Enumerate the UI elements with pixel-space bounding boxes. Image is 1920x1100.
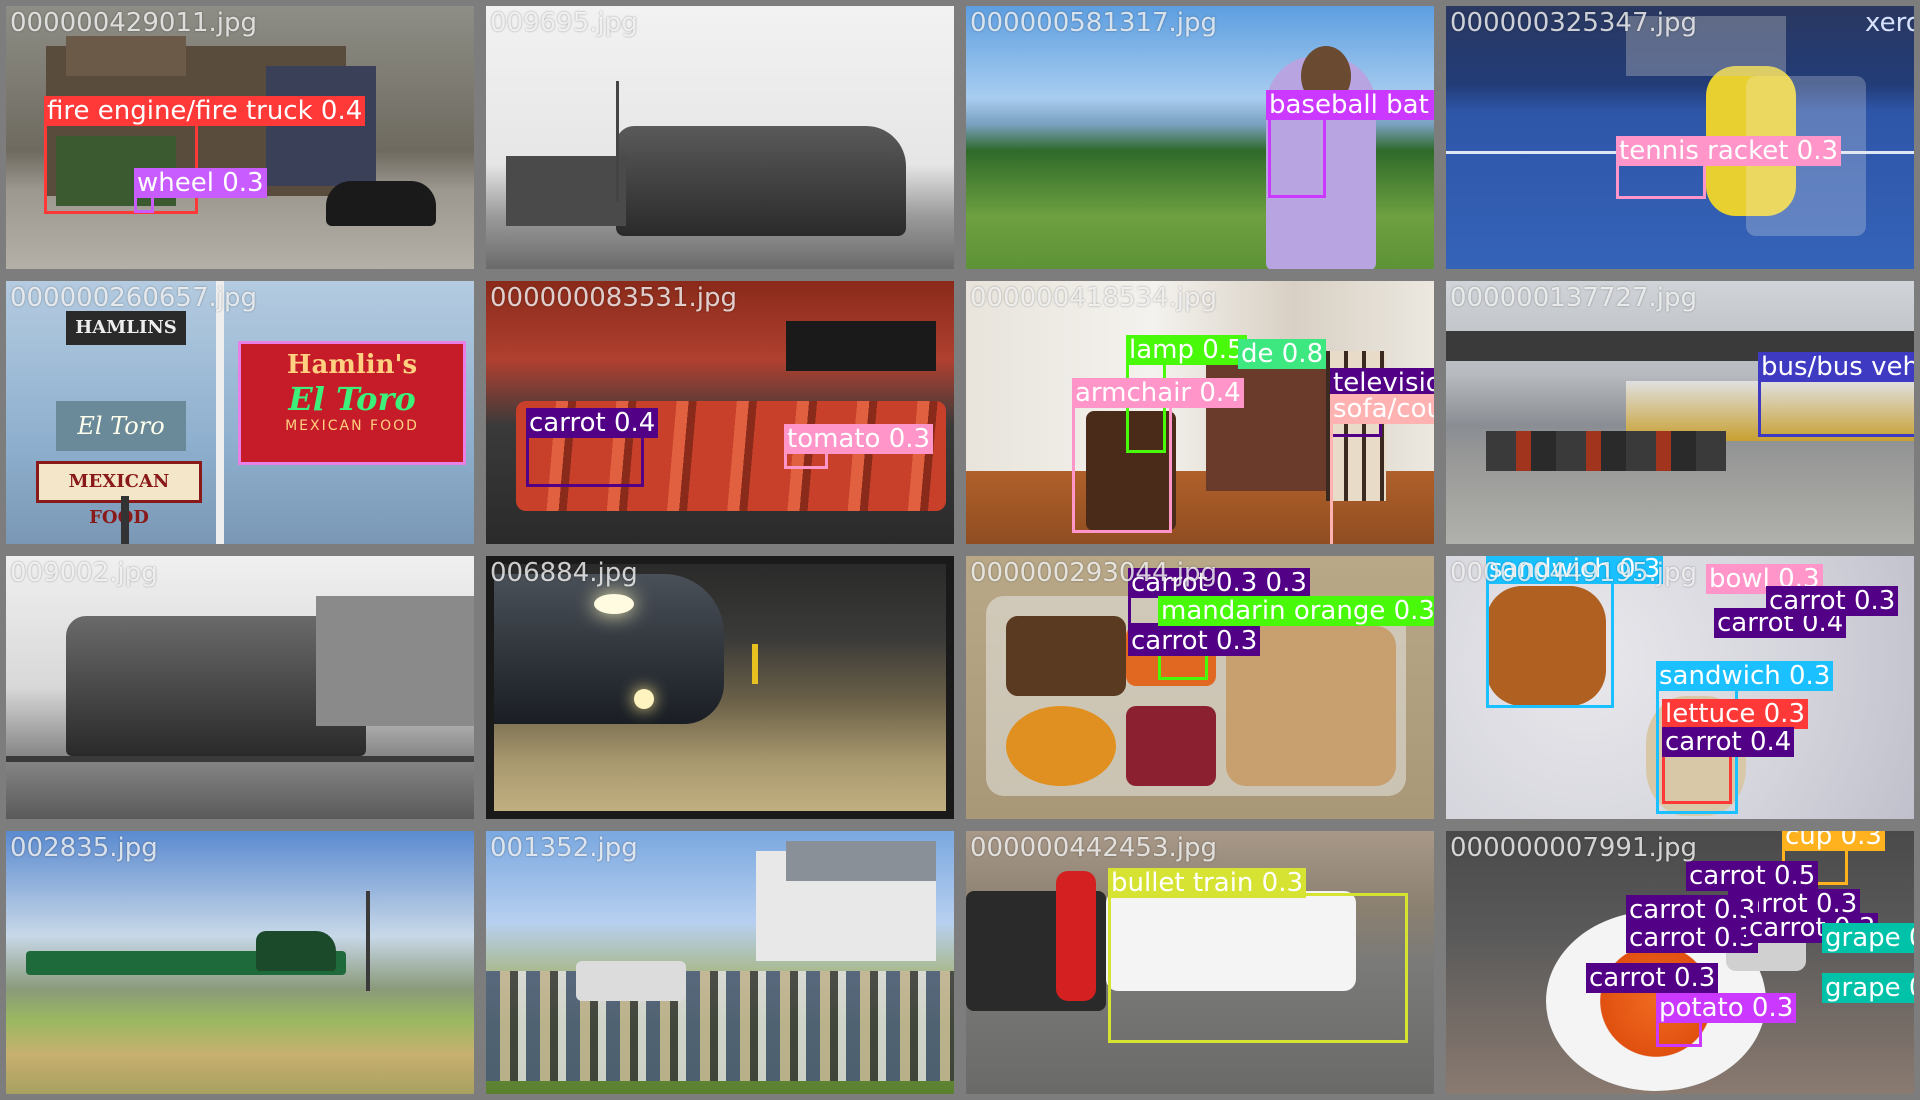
label-grape-2: grape 0 xyxy=(1822,973,1914,1003)
tile-green-train: 002835.jpg xyxy=(0,825,480,1100)
label-carrot-e: carrot 0.4 xyxy=(1662,727,1795,757)
tile-station: 000000137727.jpg bus/bus veh xyxy=(1440,275,1920,550)
detection-mosaic: 000000429011.jpg fire engine/fire truck … xyxy=(0,0,1920,1100)
tile-filename: 000000581317.jpg xyxy=(970,8,1217,38)
label-tomato: tomato 0.3 xyxy=(784,424,934,454)
tile-room: 000000418534.jpg lamp 0.5 de 0.8 armchai… xyxy=(960,275,1440,550)
tile-filename: 000000449195.jpg xyxy=(1450,558,1697,588)
bbox-sandwich-a xyxy=(1486,580,1614,708)
bbox-baseball-bat xyxy=(1268,116,1326,198)
sign-left-top: HAMLINS xyxy=(66,311,186,345)
bbox-carrot xyxy=(526,433,644,487)
sign-left-mid: El Toro xyxy=(56,401,186,451)
tile-filename: 000000418534.jpg xyxy=(970,283,1217,313)
tile-filename: 000000260657.jpg xyxy=(10,283,257,313)
label-carrot-4: carrot 0.3 xyxy=(1626,923,1759,953)
bbox-bullet-train xyxy=(1108,893,1408,1043)
label-sandwich-b: sandwich 0.3 xyxy=(1656,661,1834,691)
tile-filename: 000000007991.jpg xyxy=(1450,833,1697,863)
scene-locomotive xyxy=(486,6,954,269)
label-carrot-b: carrot 0.3 xyxy=(1128,626,1261,656)
tile-hillside-girl: 000000581317.jpg baseball bat 0.5 xyxy=(960,0,1440,275)
bbox-tennis-racket xyxy=(1616,161,1706,199)
tile-carrot-plate: 000000007991.jpg cup 0.3 carrot 0.5 carr… xyxy=(1440,825,1920,1100)
label-armchair: armchair 0.4 xyxy=(1072,378,1244,408)
label-cup: cup 0.3 xyxy=(1782,831,1885,851)
tile-white-truck: 000000442453.jpg bullet train 0.3 xyxy=(960,825,1440,1100)
tile-filename: 000000137727.jpg xyxy=(1450,283,1697,313)
tile-fire-truck: 000000429011.jpg fire engine/fire truck … xyxy=(0,0,480,275)
label-bullet-train: bullet train 0.3 xyxy=(1108,868,1307,898)
bbox-bus xyxy=(1758,377,1914,437)
tile-steam-bw: 009002.jpg xyxy=(0,550,480,825)
tile-lunchbox: 000000293044.jpg carrot 0.3 0.3 mandarin… xyxy=(960,550,1440,825)
label-carrot-d: carrot 0.3 xyxy=(1766,586,1899,616)
label-baseball-bat: baseball bat 0.5 xyxy=(1266,90,1434,120)
label-lamp: lamp 0.5 xyxy=(1126,335,1247,365)
tile-car-garage: 006884.jpg xyxy=(480,550,960,825)
label-carrot: carrot 0.4 xyxy=(526,408,659,438)
label-sofa: sofa/couch/lounge 0.4 xyxy=(1330,394,1434,424)
bbox-armchair xyxy=(1072,403,1172,533)
label-carrot-1: carrot 0.5 xyxy=(1686,861,1819,891)
scene-barn xyxy=(486,831,954,1094)
tile-locomotive-bw: 009695.jpg xyxy=(480,0,960,275)
tile-filename: 009002.jpg xyxy=(10,558,158,588)
label-potato: potato 0.3 xyxy=(1656,993,1797,1023)
label-grape-1: grape 0 xyxy=(1822,923,1914,953)
scene-garage xyxy=(486,556,954,819)
bbox-sofa xyxy=(1330,419,1434,544)
scene-steam xyxy=(6,556,474,819)
tile-tennis: 000000325347.jpg xero tennis racket 0.3 xyxy=(1440,0,1920,275)
tile-wraps: 000000449195.jpg sandwich 0.3 bowl 0.3 c… xyxy=(1440,550,1920,825)
tile-el-toro: HAMLINS El Toro MEXICAN FOOD Hamlin's El… xyxy=(0,275,480,550)
label-carrot-3: carrot 0.3 xyxy=(1626,895,1759,925)
tile-filename: 001352.jpg xyxy=(490,833,638,863)
label-bus: bus/bus veh xyxy=(1758,352,1914,382)
label-mandarin: mandarin orange 0.3 xyxy=(1158,596,1434,626)
tile-filename: 002835.jpg xyxy=(10,833,158,863)
tile-filename: 000000083531.jpg xyxy=(490,283,737,313)
tile-filename: 000000293044.jpg xyxy=(970,558,1217,588)
label-fire-truck: fire engine/fire truck 0.4 xyxy=(44,96,366,126)
scene-landscape xyxy=(6,831,474,1094)
tile-filename: 000000325347.jpg xyxy=(1450,8,1697,38)
watermark: xero xyxy=(1865,8,1920,38)
label-carrot-6: carrot 0.3 xyxy=(1586,963,1719,993)
label-wheel: wheel 0.3 xyxy=(134,168,267,198)
tile-filename: 000000429011.jpg xyxy=(10,8,257,38)
label-lettuce: lettuce 0.3 xyxy=(1662,699,1808,729)
tile-filename: 006884.jpg xyxy=(490,558,638,588)
label-tennis-racket: tennis racket 0.3 xyxy=(1616,136,1842,166)
tile-grill: 000000083531.jpg carrot 0.4 tomato 0.3 xyxy=(480,275,960,550)
scene-hillside xyxy=(966,6,1434,269)
tile-filename: 000000442453.jpg xyxy=(970,833,1217,863)
scene-signs: HAMLINS El Toro MEXICAN FOOD Hamlin's El… xyxy=(6,281,474,544)
sign-right: Hamlin's El Toro MEXICAN FOOD xyxy=(238,341,466,465)
tile-filename: 009695.jpg xyxy=(490,8,638,38)
sign-left-bottom: MEXICAN FOOD xyxy=(36,461,202,528)
label-de: de 0.8 xyxy=(1238,339,1327,369)
tile-barn-crowd: 001352.jpg xyxy=(480,825,960,1100)
